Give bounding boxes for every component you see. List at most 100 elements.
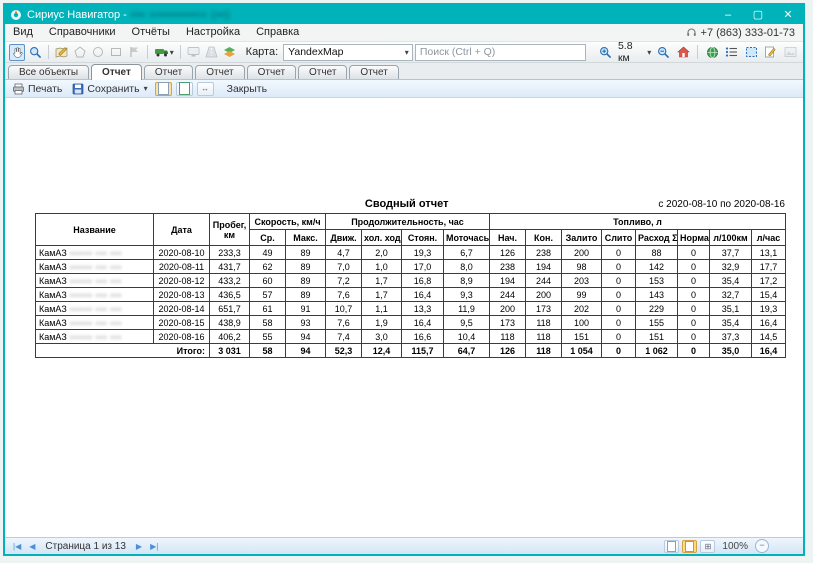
home-button[interactable] bbox=[675, 44, 693, 61]
last-page-button[interactable]: ▶| bbox=[146, 542, 162, 551]
report-period: с 2020-08-10 по 2020-08-16 bbox=[658, 199, 785, 210]
list-button[interactable] bbox=[723, 44, 741, 61]
menu-directories[interactable]: Справочники bbox=[41, 24, 124, 41]
table-cell: 0 bbox=[678, 274, 710, 288]
vehicle-list-button[interactable]: ▾ bbox=[153, 44, 175, 61]
table-cell: 60 bbox=[250, 274, 286, 288]
tab-report-5[interactable]: Отчет bbox=[298, 65, 347, 79]
table-row: КамАЗ •••••• ••• •••2020-08-16406,255947… bbox=[36, 330, 786, 344]
table-cell: 238 bbox=[490, 260, 526, 274]
report-header: Сводный отчет с 2020-08-10 по 2020-08-16 bbox=[35, 198, 785, 210]
save-button[interactable]: Сохранить ▾ bbox=[69, 83, 150, 95]
search-input[interactable] bbox=[415, 44, 587, 61]
close-button[interactable]: ✕ bbox=[773, 5, 803, 24]
table-cell: 155 bbox=[636, 316, 678, 330]
col-moving: Движ. bbox=[326, 230, 362, 246]
col-fuel-consumed: Расход Σ bbox=[636, 230, 678, 246]
note-edit-button[interactable] bbox=[762, 44, 780, 61]
table-cell: 126 bbox=[490, 246, 526, 260]
print-button[interactable]: Печать bbox=[9, 83, 65, 95]
close-report-button[interactable]: Закрыть bbox=[224, 83, 270, 95]
prev-page-button[interactable]: ◀ bbox=[25, 542, 39, 551]
map-zoom-controls: 5.8 км ▾ bbox=[596, 40, 799, 64]
polygon-icon bbox=[74, 46, 86, 58]
tab-report-6[interactable]: Отчет bbox=[349, 65, 398, 79]
table-cell: 99 bbox=[562, 288, 602, 302]
zoom-in-button[interactable] bbox=[596, 44, 614, 61]
view-mode-page-button[interactable] bbox=[682, 540, 697, 553]
redacted-plate: •••••• ••• ••• bbox=[67, 319, 122, 328]
menu-reports[interactable]: Отчёты bbox=[124, 24, 178, 41]
tab-report-3[interactable]: Отчет bbox=[195, 65, 244, 79]
col-group-speed: Скорость, км/ч bbox=[250, 214, 326, 230]
tab-report-active[interactable]: Отчет bbox=[91, 64, 142, 80]
view-mode-normal-button[interactable] bbox=[664, 540, 679, 553]
zoom-decrease-button[interactable]: − bbox=[755, 539, 769, 553]
map-select[interactable]: YandexMap ▾ bbox=[283, 44, 413, 61]
image-button[interactable] bbox=[782, 44, 800, 61]
table-cell: 153 bbox=[636, 274, 678, 288]
table-cell: 49 bbox=[250, 246, 286, 260]
route-view-button[interactable] bbox=[204, 44, 220, 61]
tab-bar: Все объекты Отчет Отчет Отчет Отчет Отче… bbox=[5, 63, 803, 80]
map-edit-button[interactable] bbox=[54, 44, 70, 61]
view-continuous-button[interactable] bbox=[176, 82, 193, 96]
view-single-page-button[interactable] bbox=[155, 82, 172, 96]
table-cell: 19,3 bbox=[752, 302, 786, 316]
globe-icon bbox=[706, 46, 719, 59]
maximize-button[interactable]: ▢ bbox=[743, 5, 773, 24]
first-page-button[interactable]: |◀ bbox=[9, 542, 25, 551]
polygon-tool-button[interactable] bbox=[72, 44, 88, 61]
tab-report-2[interactable]: Отчет bbox=[144, 65, 193, 79]
table-cell: 17,0 bbox=[402, 260, 444, 274]
map-scale-select[interactable]: 5.8 км ▾ bbox=[616, 40, 653, 64]
app-window: Сириус Навигатор - ••• «•••••••••» (••) … bbox=[3, 3, 805, 556]
table-cell: 143 bbox=[636, 288, 678, 302]
report-title: Сводный отчет bbox=[35, 198, 658, 210]
total-cell: 12,4 bbox=[362, 344, 402, 358]
minimize-button[interactable]: – bbox=[713, 5, 743, 24]
vehicle-name-cell: КамАЗ •••••• ••• ••• bbox=[36, 316, 154, 330]
table-cell: 7,4 bbox=[326, 330, 362, 344]
table-cell: 9,5 bbox=[444, 316, 490, 330]
view-fit-width-button[interactable]: ↔ bbox=[197, 82, 214, 96]
summary-table: Название Дата Пробег, км Скорость, км/ч … bbox=[35, 213, 786, 358]
circle-icon bbox=[92, 46, 104, 58]
vehicle-name-cell: КамАЗ •••••• ••• ••• bbox=[36, 246, 154, 260]
selection-area-button[interactable] bbox=[742, 44, 760, 61]
table-cell: 16,8 bbox=[402, 274, 444, 288]
menu-view[interactable]: Вид bbox=[5, 24, 41, 41]
map-select-value: YandexMap bbox=[288, 46, 343, 58]
next-page-button[interactable]: ▶ bbox=[132, 542, 146, 551]
report-page: Сводный отчет с 2020-08-10 по 2020-08-16… bbox=[5, 98, 803, 537]
table-cell: 2,0 bbox=[362, 246, 402, 260]
panel-view-button[interactable] bbox=[186, 44, 202, 61]
status-bar: |◀ ◀ Страница 1 из 13 ▶ ▶| ⊞ 100% − bbox=[5, 537, 803, 554]
flag-tool-button[interactable] bbox=[126, 44, 142, 61]
table-row: КамАЗ •••••• ••• •••2020-08-10233,349894… bbox=[36, 246, 786, 260]
toolbar-separator bbox=[697, 45, 698, 59]
next-page-icon: ▶ bbox=[136, 542, 142, 551]
rectangle-tool-button[interactable] bbox=[108, 44, 124, 61]
menu-settings[interactable]: Настройка bbox=[178, 24, 248, 41]
col-l-per-100km: л/100км bbox=[710, 230, 752, 246]
prev-page-icon: ◀ bbox=[29, 542, 35, 551]
total-cell: 1 054 bbox=[562, 344, 602, 358]
table-cell: 94 bbox=[286, 330, 326, 344]
pan-hand-button[interactable] bbox=[9, 44, 25, 61]
tab-all-objects[interactable]: Все объекты bbox=[8, 65, 89, 79]
layers-button[interactable] bbox=[222, 44, 238, 61]
table-cell: 0 bbox=[602, 260, 636, 274]
table-cell: 32,9 bbox=[710, 260, 752, 274]
view-mode-multi-button[interactable]: ⊞ bbox=[700, 540, 715, 553]
zoom-out-button[interactable] bbox=[655, 44, 673, 61]
circle-tool-button[interactable] bbox=[90, 44, 106, 61]
table-cell: 55 bbox=[250, 330, 286, 344]
toolbar-separator bbox=[180, 45, 181, 59]
menu-help[interactable]: Справка bbox=[248, 24, 307, 41]
globe-button[interactable] bbox=[703, 44, 721, 61]
zoom-select-button[interactable] bbox=[27, 44, 43, 61]
headset-icon bbox=[686, 27, 697, 38]
app-icon bbox=[10, 9, 22, 21]
tab-report-4[interactable]: Отчет bbox=[247, 65, 296, 79]
